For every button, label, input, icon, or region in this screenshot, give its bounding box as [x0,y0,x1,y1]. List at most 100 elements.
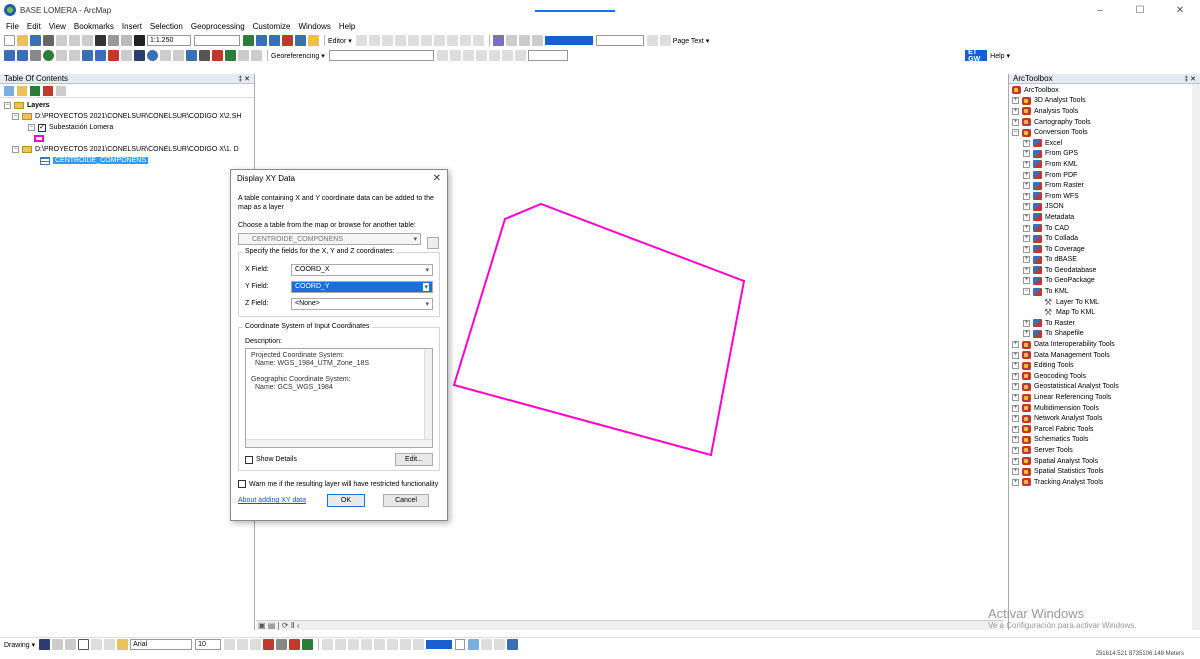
toc-layer-row[interactable]: − ✓ Subestación Lomera [4,122,254,133]
identify-icon[interactable] [147,50,158,61]
expand-icon[interactable]: + [1023,150,1030,158]
catalog-window-icon[interactable] [269,35,280,46]
arctoolbox-item-parcel-fabric-tools[interactable]: + Parcel Fabric Tools [1012,424,1200,435]
pan-icon[interactable] [30,50,41,61]
label-manager-icon[interactable] [481,639,493,650]
menu-edit[interactable]: Edit [27,22,41,31]
collapse-icon[interactable]: − [12,146,19,153]
italic-icon[interactable] [237,639,249,650]
arctoolbox-item-from-wfs[interactable]: + From WFS [1012,191,1200,202]
arctoolbox-item-conversion-tools[interactable]: − Conversion Tools [1012,127,1200,138]
list-by-visibility-icon[interactable] [30,85,40,96]
arctoolbox-item-to-geodatabase[interactable]: + To Geodatabase [1012,265,1200,276]
arctoolbox-item-server-tools[interactable]: + Server Tools [1012,445,1200,456]
cut-icon[interactable] [56,35,67,46]
arctoolbox-item-to-dbase[interactable]: + To dBASE [1012,255,1200,266]
convert-labels-icon[interactable] [494,639,506,650]
select-features-icon[interactable] [108,50,119,61]
expand-icon[interactable]: + [1023,160,1030,168]
collapse-icon[interactable]: − [1012,129,1019,137]
polygon-symbol-icon[interactable] [34,135,44,142]
arctoolbox-scrollbar[interactable] [1192,84,1200,630]
expand-icon[interactable]: + [1023,171,1030,179]
color-dropdown[interactable] [455,639,466,650]
georeferencing-layer-dropdown[interactable] [328,50,434,61]
layer-visibility-checkbox[interactable]: ✓ [38,123,46,132]
forward-extent-icon[interactable] [95,50,106,61]
lock-labels-icon[interactable] [507,639,519,650]
font-dropdown[interactable]: Arial [130,639,193,650]
warn-checkbox[interactable]: Warn me if the resulting layer will have… [238,480,440,488]
color-swatch[interactable] [426,640,453,649]
viewer-icon[interactable] [501,50,513,61]
rectangle-icon[interactable] [78,639,90,650]
arctoolbox-item-geocoding-tools[interactable]: + Geocoding Tools [1012,371,1200,382]
end-point-arc-icon[interactable] [394,35,406,46]
text-icon[interactable] [91,639,103,650]
arctoolbox-item-schematics-tools[interactable]: + Schematics Tools [1012,435,1200,446]
save-icon[interactable] [30,35,41,46]
group-icon[interactable] [374,639,386,650]
menu-customize[interactable]: Customize [253,22,291,31]
link-table-icon[interactable] [488,50,500,61]
about-xy-link[interactable]: About adding XY data [238,497,306,504]
expand-icon[interactable]: + [1012,372,1019,380]
align-left-icon[interactable] [322,639,334,650]
georeferencing-menu[interactable]: Georeferencing ▾ [271,52,325,60]
layout-pan-icon[interactable] [518,35,530,46]
route-icon[interactable] [212,50,223,61]
arctoolbox-item-spatial-analyst-tools[interactable]: + Spatial Analyst Tools [1012,456,1200,467]
expand-icon[interactable]: + [1012,97,1019,105]
send-to-back-icon[interactable] [413,639,425,650]
browse-folder-icon[interactable] [427,237,439,249]
fill-color-icon[interactable] [276,639,288,650]
page-dropdown[interactable] [595,35,644,46]
print-icon[interactable] [43,35,54,46]
expand-icon[interactable]: + [1012,478,1019,486]
description-box[interactable]: Projected Coordinate System: Name: WGS_1… [245,348,433,448]
list-by-selection-icon[interactable] [43,85,53,96]
line-color-icon[interactable] [289,639,301,650]
help-menu[interactable]: Help ▾ [990,52,1010,60]
cancel-button[interactable]: Cancel [382,494,429,507]
trace-icon[interactable] [407,35,419,46]
next-page-icon[interactable] [646,35,658,46]
arctoolbox-item-excel[interactable]: + Excel [1012,138,1200,149]
table-window-icon[interactable] [256,35,267,46]
collapse-icon[interactable]: − [12,113,19,120]
zoom-out-icon[interactable] [17,50,28,61]
ungroup-icon[interactable] [387,639,399,650]
menu-help[interactable]: Help [339,22,355,31]
go-to-xy-icon[interactable] [225,50,236,61]
editor-menu[interactable]: Editor ▾ [328,37,352,45]
toc-folder-row[interactable]: − D:\PROYECTOS 2021\CONELSUR\CONELSUR\CO… [4,144,254,155]
toc-folder-row[interactable]: − D:\PROYECTOS 2021\CONELSUR\CONELSUR\CO… [4,111,254,122]
menu-windows[interactable]: Windows [298,22,330,31]
rotate-element-icon[interactable] [52,639,64,650]
undo-icon[interactable] [108,35,119,46]
arctoolbox-item-to-geopackage[interactable]: + To GeoPackage [1012,276,1200,287]
arctoolbox-item-data-management-tools[interactable]: + Data Management Tools [1012,350,1200,361]
show-details-checkbox[interactable]: Show Details [245,455,297,464]
menu-selection[interactable]: Selection [150,22,183,31]
expand-icon[interactable]: + [1023,139,1030,147]
expand-icon[interactable]: + [1023,213,1030,221]
arctoolbox-item-layer-to-kml[interactable]: ⚒ Layer To KML [1012,297,1200,308]
rotate-icon[interactable] [449,50,461,61]
map-horizontal-scrollbar[interactable] [256,620,1003,630]
drawing-menu[interactable]: Drawing ▾ [4,641,35,649]
arctoolbox-item-map-to-kml[interactable]: ⚒ Map To KML [1012,307,1200,318]
arctoolbox-item-editing-tools[interactable]: + Editing Tools [1012,360,1200,371]
search-field[interactable] [527,50,568,61]
expand-icon[interactable]: + [1023,277,1030,285]
expand-icon[interactable]: + [1023,203,1030,211]
expand-icon[interactable]: + [1012,436,1019,444]
edit-tool-icon[interactable] [355,35,367,46]
add-control-points-icon[interactable] [436,50,448,61]
menu-geoprocessing[interactable]: Geoprocessing [191,22,245,31]
arctoolbox-item-multidimension-tools[interactable]: + Multidimension Tools [1012,403,1200,414]
sketch-tool-icon[interactable] [368,35,380,46]
model-builder-icon[interactable] [308,35,319,46]
toc-table-row[interactable]: CENTROIDE_COMPONENS [4,155,254,166]
expand-icon[interactable]: + [1023,235,1030,243]
